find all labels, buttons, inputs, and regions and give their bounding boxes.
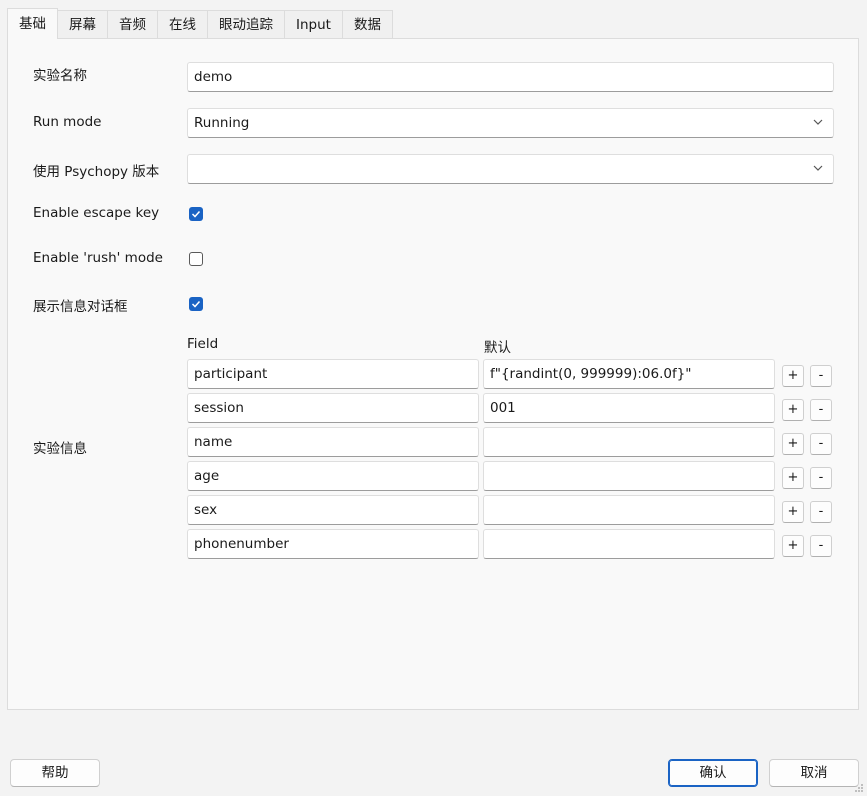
run-mode-select[interactable]: Running [187,108,834,138]
escape-key-label: Enable escape key [33,205,160,221]
add-row-button[interactable]: + [782,535,804,557]
checkmark-icon [191,210,201,218]
info-default-input[interactable]: 001 [483,393,775,423]
tab-screen[interactable]: 屏幕 [58,10,108,38]
info-default-input[interactable] [483,427,775,457]
info-default-input[interactable] [483,461,775,491]
remove-row-button[interactable]: - [810,467,832,489]
checkmark-icon [191,300,201,308]
info-field-input[interactable]: name [187,427,479,457]
psychopy-version-select[interactable] [187,154,834,184]
tab-online[interactable]: 在线 [158,10,208,38]
field-column-header: Field [187,336,219,352]
info-field-input[interactable]: phonenumber [187,529,479,559]
show-info-label: 展示信息对话框 [33,299,128,315]
run-mode-label: Run mode [33,114,102,130]
remove-row-button[interactable]: - [810,535,832,557]
default-column-header: 默认 [484,340,511,356]
rush-mode-checkbox[interactable] [189,252,203,266]
tab-audio[interactable]: 音频 [108,10,158,38]
cancel-button[interactable]: 取消 [769,759,859,787]
tab-data[interactable]: 数据 [342,10,393,38]
info-field-input[interactable]: session [187,393,479,423]
remove-row-button[interactable]: - [810,365,832,387]
rush-mode-label: Enable 'rush' mode [33,250,163,266]
escape-key-checkbox[interactable] [189,207,203,221]
tab-eyetracking[interactable]: 眼动追踪 [208,10,285,38]
info-field-input[interactable]: participant [187,359,479,389]
info-default-input[interactable]: f"{randint(0, 999999):06.0f}" [483,359,775,389]
exp-name-label: 实验名称 [33,68,87,84]
remove-row-button[interactable]: - [810,501,832,523]
info-default-input[interactable] [483,529,775,559]
remove-row-button[interactable]: - [810,399,832,421]
tab-input[interactable]: Input [285,10,343,38]
tab-basic[interactable]: 基础 [7,8,58,39]
info-default-input[interactable] [483,495,775,525]
add-row-button[interactable]: + [782,467,804,489]
remove-row-button[interactable]: - [810,433,832,455]
add-row-button[interactable]: + [782,365,804,387]
help-button[interactable]: 帮助 [10,759,100,787]
ok-button[interactable]: 确认 [668,759,758,787]
psychopy-version-label: 使用 Psychopy 版本 [33,164,160,180]
settings-panel: 实验名称 demo Run mode Running 使用 Psychopy 版… [7,38,859,710]
exp-info-label: 实验信息 [33,441,87,457]
info-field-input[interactable]: sex [187,495,479,525]
add-row-button[interactable]: + [782,399,804,421]
chevron-down-icon [813,165,823,171]
resize-grip-icon[interactable] [854,783,864,793]
run-mode-value: Running [194,115,250,131]
chevron-down-icon [813,119,823,125]
info-field-input[interactable]: age [187,461,479,491]
add-row-button[interactable]: + [782,501,804,523]
exp-name-input[interactable]: demo [187,62,834,92]
tab-bar: 基础 屏幕 音频 在线 眼动追踪 Input 数据 [7,8,393,39]
add-row-button[interactable]: + [782,433,804,455]
show-info-checkbox[interactable] [189,297,203,311]
